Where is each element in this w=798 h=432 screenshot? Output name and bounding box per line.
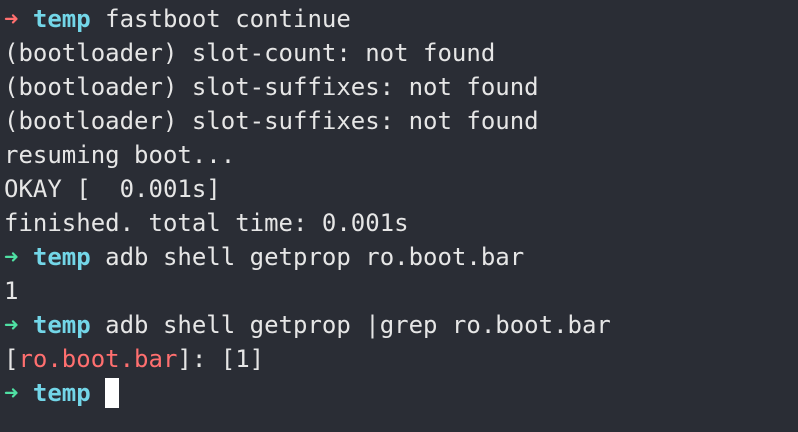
prompt-directory: temp <box>32 243 91 271</box>
grep-output-rest: ]: [1] <box>177 345 265 373</box>
command-line-3: ➜ temp adb shell getprop |grep ro.boot.b… <box>4 308 798 342</box>
prompt-arrow-icon: ➜ <box>4 379 19 407</box>
command-line-2: ➜ temp adb shell getprop ro.boot.bar <box>4 240 798 274</box>
text-cursor[interactable] <box>105 377 120 408</box>
prompt-arrow-icon: ➜ <box>4 243 19 271</box>
command-text: fastboot continue <box>90 5 351 33</box>
command-line-1: ➜ temp fastboot continue <box>4 2 798 36</box>
terminal-window[interactable]: ➜ temp fastboot continue (bootloader) sl… <box>0 0 798 432</box>
prompt-arrow-icon: ➜ <box>4 5 19 33</box>
output-line: OKAY [ 0.001s] <box>4 175 221 203</box>
prompt-arrow-icon: ➜ <box>4 311 19 339</box>
output-line: resuming boot... <box>4 141 236 169</box>
command-text: adb shell getprop ro.boot.bar <box>90 243 525 271</box>
command-text: adb shell getprop |grep ro.boot.bar <box>90 311 611 339</box>
prompt-directory: temp <box>32 379 91 407</box>
output-line: (bootloader) slot-suffixes: not found <box>4 73 539 101</box>
grep-output-line: [ro.boot.bar]: [1] <box>4 342 798 376</box>
prompt-directory: temp <box>32 5 91 33</box>
output-line: finished. total time: 0.001s <box>4 209 409 237</box>
output-line: 1 <box>4 277 19 305</box>
output-line: (bootloader) slot-count: not found <box>4 39 496 67</box>
prompt-directory: temp <box>32 311 91 339</box>
bracket-open: [ <box>4 345 19 373</box>
active-prompt-line[interactable]: ➜ temp <box>4 376 798 410</box>
output-line: (bootloader) slot-suffixes: not found <box>4 107 539 135</box>
grep-match-highlight: ro.boot.bar <box>18 345 178 373</box>
